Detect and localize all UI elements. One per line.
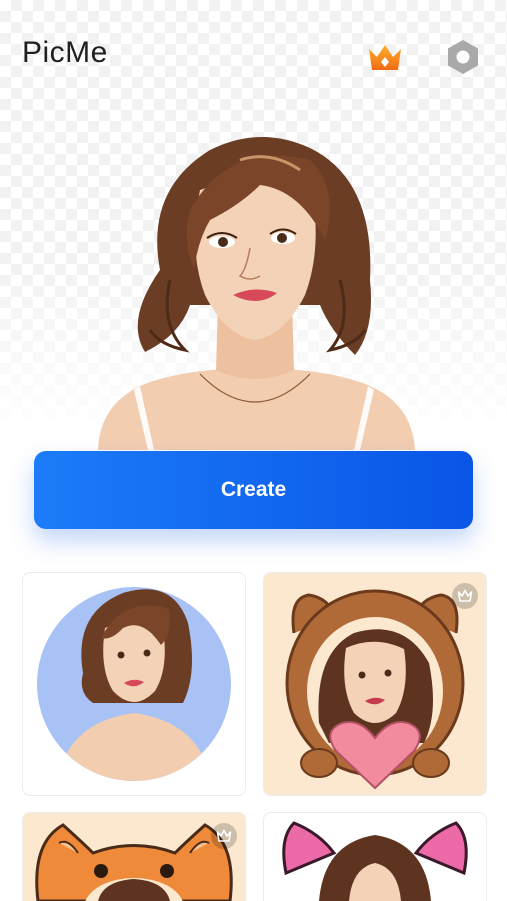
app-title: PicMe (22, 36, 108, 69)
hero-portrait (98, 136, 415, 450)
template-preview-fox-hood (35, 823, 233, 901)
template-card-circle[interactable] (22, 572, 246, 796)
premium-badge (452, 583, 478, 609)
template-preview-bear-hood (285, 589, 465, 790)
template-preview-circle (37, 587, 231, 781)
crown-icon[interactable] (366, 40, 404, 74)
create-button[interactable]: Create (34, 451, 473, 529)
crown-outline-icon (457, 589, 473, 602)
gear-icon[interactable] (444, 38, 482, 76)
template-card-cat-ears[interactable] (263, 812, 487, 901)
top-bar: PicMe (0, 0, 507, 110)
template-card-bear-hood[interactable] (263, 572, 487, 796)
create-button-label: Create (220, 478, 287, 501)
template-preview-cat-ears (282, 821, 468, 901)
template-card-fox-hood[interactable] (22, 812, 246, 901)
crown-outline-icon (216, 829, 232, 842)
premium-badge (211, 823, 237, 849)
